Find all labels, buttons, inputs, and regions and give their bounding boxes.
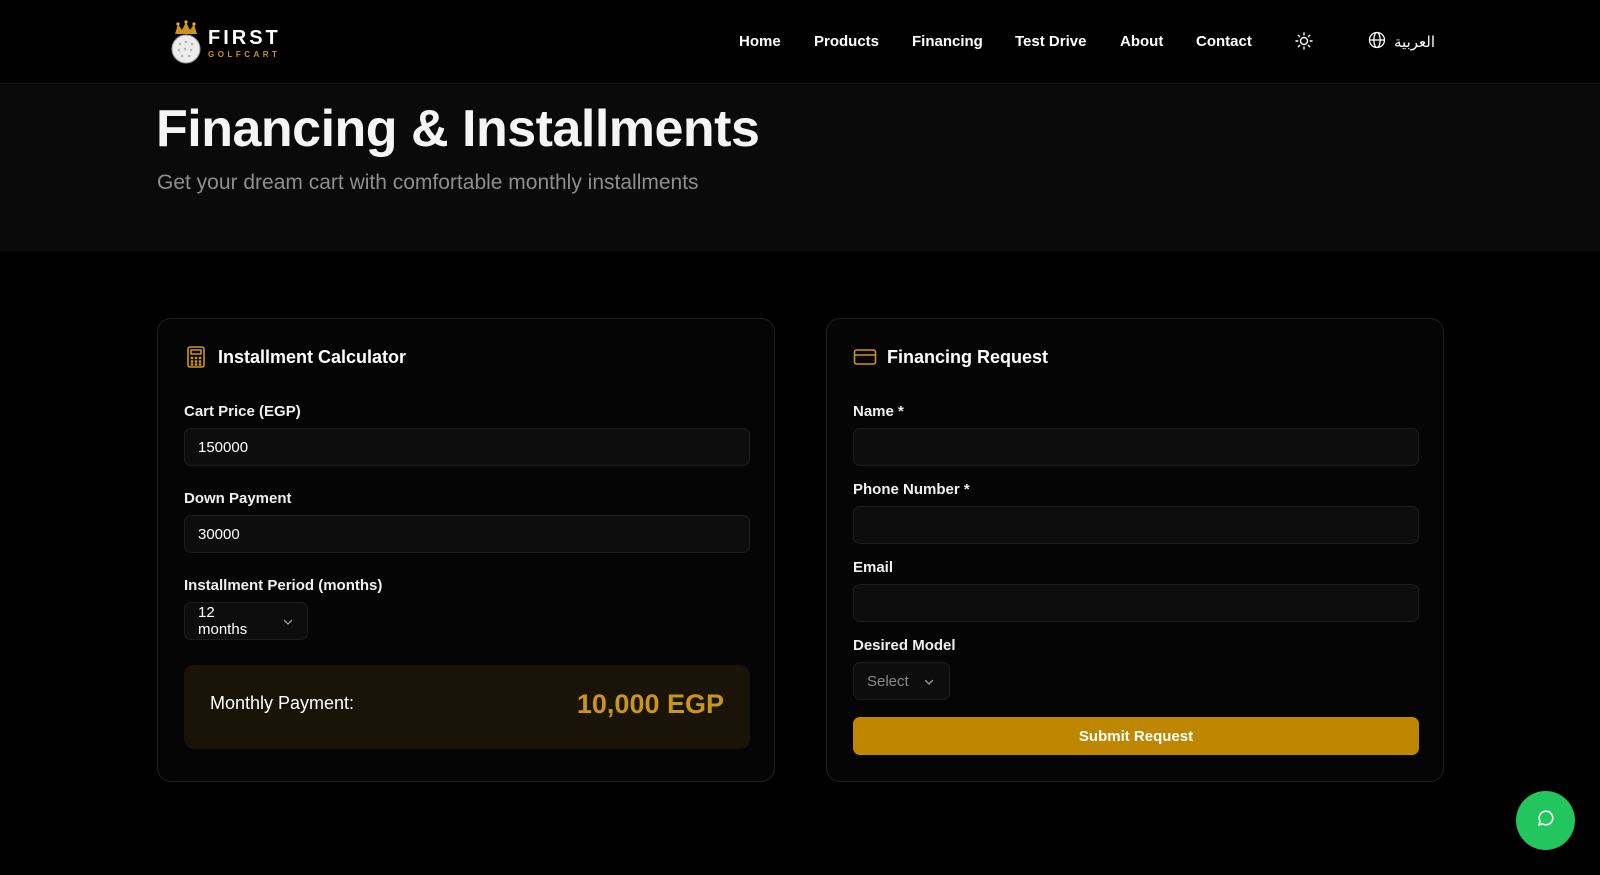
nav-item-products[interactable]: Products — [814, 30, 879, 54]
chat-button[interactable] — [1516, 791, 1575, 850]
monthly-payment-value: 10,000 EGP — [576, 689, 724, 719]
language-label: العربية — [1394, 33, 1435, 51]
brand-subname: GOLFCART — [208, 49, 281, 59]
installment-period-value: 12 months — [198, 604, 248, 638]
site-header: FIRST GOLFCART Home Products Financing T… — [0, 0, 1600, 84]
submit-request-button[interactable]: Submit Request — [853, 717, 1419, 755]
page-title: Financing & Installments — [156, 100, 760, 158]
nav-item-about[interactable]: About — [1120, 30, 1163, 54]
monthly-payment-label: Monthly Payment: — [210, 693, 355, 713]
monthly-payment-box: Monthly Payment: 10,000 EGP — [184, 665, 750, 749]
down-payment-label: Down Payment — [184, 490, 292, 507]
brand-wordmark: FIRST GOLFCART — [208, 28, 281, 59]
installment-period-label: Installment Period (months) — [184, 577, 383, 594]
email-label: Email — [853, 559, 894, 576]
cart-price-input[interactable] — [184, 428, 750, 466]
sun-icon[interactable] — [1294, 31, 1314, 51]
nav-item-test-drive[interactable]: Test Drive — [1015, 30, 1086, 54]
down-payment-input[interactable] — [184, 515, 750, 553]
golf-ball-crown-icon — [170, 20, 202, 66]
credit-card-icon — [853, 345, 877, 369]
name-label: Name * — [853, 403, 904, 420]
installment-calculator-card: Installment Calculator Cart Price (EGP) … — [157, 318, 775, 782]
name-input[interactable] — [853, 428, 1419, 466]
phone-input[interactable] — [853, 506, 1419, 544]
chat-bubble-icon — [1536, 808, 1556, 833]
hero-section: Financing & Installments Get your dream … — [0, 85, 1600, 251]
language-switcher[interactable]: العربية — [1368, 30, 1435, 54]
calculator-title: Installment Calculator — [218, 347, 407, 367]
chevron-down-icon — [923, 675, 935, 687]
nav-item-home[interactable]: Home — [739, 30, 781, 54]
chevron-down-icon — [282, 615, 294, 627]
brand-logo[interactable]: FIRST GOLFCART — [170, 20, 281, 66]
page-subtitle: Get your dream cart with comfortable mon… — [157, 171, 699, 194]
installment-period-select[interactable]: 12 months — [184, 602, 308, 640]
phone-label: Phone Number * — [853, 481, 970, 498]
calculator-icon — [184, 345, 208, 369]
cart-price-label: Cart Price (EGP) — [184, 403, 301, 420]
email-input[interactable] — [853, 584, 1419, 622]
nav-item-financing[interactable]: Financing — [912, 30, 983, 54]
desired-model-label: Desired Model — [853, 637, 956, 654]
financing-request-card: Financing Request Name * Phone Number * … — [826, 318, 1444, 782]
request-title: Financing Request — [887, 347, 1049, 367]
page: FIRST GOLFCART Home Products Financing T… — [0, 0, 1600, 875]
globe-icon — [1368, 31, 1386, 54]
desired-model-placeholder: Select — [867, 672, 909, 690]
nav-item-contact[interactable]: Contact — [1196, 30, 1252, 54]
desired-model-select[interactable]: Select — [853, 662, 950, 700]
brand-name: FIRST — [208, 26, 281, 49]
